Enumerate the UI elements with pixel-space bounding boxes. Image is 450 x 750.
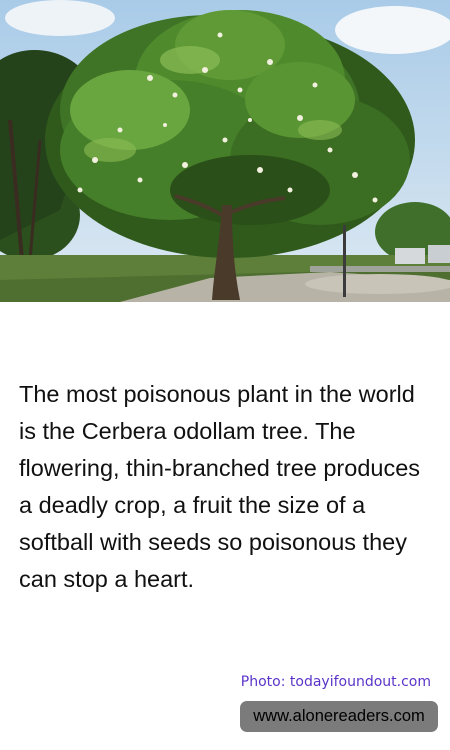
tree-photo	[0, 0, 450, 302]
fact-text: The most poisonous plant in the world is…	[19, 381, 421, 592]
photo-credit: Photo: todayifoundout.com	[240, 674, 431, 690]
cerbera-tree-illustration	[0, 0, 450, 302]
site-watermark-badge: www.alonereaders.com	[240, 701, 438, 732]
